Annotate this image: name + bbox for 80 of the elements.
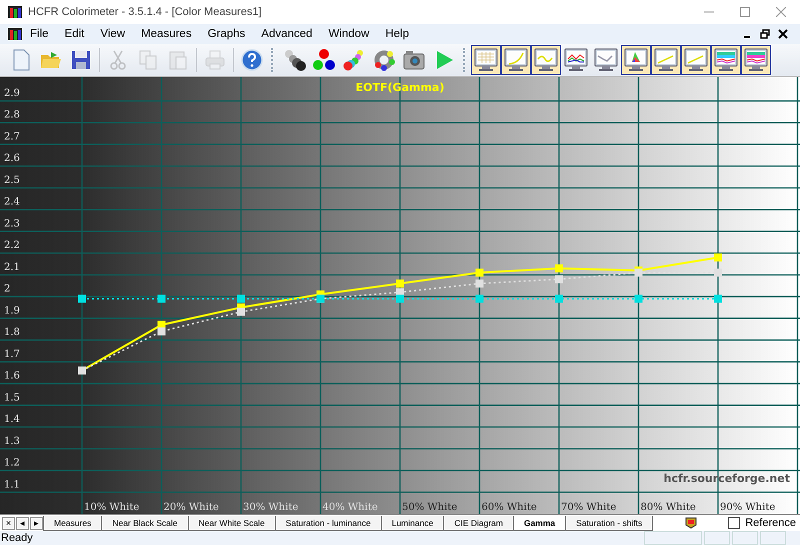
y-axis-label: 2.2 xyxy=(4,240,20,252)
graph-toggle-button[interactable] xyxy=(501,45,531,75)
sheet-tab[interactable]: Near White Scale xyxy=(188,516,276,530)
menu-item[interactable]: Window xyxy=(320,28,378,40)
camera-icon xyxy=(402,48,426,72)
menu-item[interactable]: Edit xyxy=(56,28,92,40)
sheet-tab[interactable]: Measures xyxy=(43,516,102,530)
close-icon[interactable] xyxy=(778,29,788,39)
graph-toggle-button[interactable] xyxy=(531,45,561,75)
y-axis-label: 1.8 xyxy=(4,327,20,338)
x-axis-label: 60% White xyxy=(482,502,537,513)
app-logo-icon xyxy=(8,28,22,40)
x-axis-label: 70% White xyxy=(561,502,616,513)
y-axis-label: 2.3 xyxy=(4,218,20,230)
y-axis-label: 1.5 xyxy=(4,392,20,404)
x-axis-label: 50% White xyxy=(402,502,458,513)
graph-toggle-button[interactable] xyxy=(651,45,681,75)
status-pane xyxy=(704,531,730,545)
sheet-tab[interactable]: Luminance xyxy=(380,516,444,530)
menu-item[interactable]: File xyxy=(22,28,57,40)
y-axis-label: 1.4 xyxy=(4,414,20,426)
x-axis-label: 10% White xyxy=(84,502,140,513)
data-point xyxy=(714,268,722,277)
color-ring-icon xyxy=(372,48,396,72)
window-title: HCFR Colorimeter - 3.5.1.4 - [Color Measures1] xyxy=(28,6,262,18)
restore-icon[interactable] xyxy=(760,29,770,39)
sheet-tab[interactable]: Saturation - luminance xyxy=(274,516,382,530)
data-point xyxy=(476,268,484,277)
y-axis-label: 1.1 xyxy=(4,479,20,490)
printer-icon xyxy=(203,48,227,72)
menu-item[interactable]: Advanced xyxy=(253,28,320,40)
y-axis-label: 2.8 xyxy=(4,110,20,121)
badge-icon xyxy=(684,517,697,529)
app-logo-icon xyxy=(8,6,22,18)
floppy-icon xyxy=(69,48,93,72)
reference-checkbox[interactable] xyxy=(728,517,740,529)
color-chain-icon xyxy=(342,48,366,72)
y-axis-label: 2.4 xyxy=(4,196,20,208)
y-axis-label: 1.3 xyxy=(4,436,20,447)
reference-label: Reference xyxy=(745,517,796,529)
graph-toggle-button[interactable] xyxy=(711,45,741,75)
y-axis-label: 2.6 xyxy=(4,153,20,164)
x-axis-label: 40% White xyxy=(322,502,378,513)
y-axis-label: 2.1 xyxy=(4,262,20,273)
menu-item[interactable]: Help xyxy=(377,28,418,40)
y-axis-label: 1.2 xyxy=(4,458,20,469)
y-axis-label: 2.5 xyxy=(4,174,20,186)
status-text: Ready xyxy=(0,532,33,544)
y-axis-label: 1.9 xyxy=(4,305,20,316)
y-axis-label: 1.7 xyxy=(4,348,20,360)
sheet-tab[interactable]: Saturation - shifts xyxy=(565,516,654,530)
y-axis-label: 2.7 xyxy=(4,131,20,142)
y-axis-label: 1.6 xyxy=(4,370,20,382)
status-pane xyxy=(732,531,758,545)
menu-item[interactable]: Measures xyxy=(133,28,200,40)
tab-nav-button[interactable]: × xyxy=(2,516,15,530)
graph-toggle-button[interactable] xyxy=(741,45,771,75)
menu-item[interactable]: Graphs xyxy=(200,28,254,40)
menu-item[interactable]: View xyxy=(92,28,134,40)
sheet-tab[interactable]: Near Black Scale xyxy=(101,516,189,530)
graph-toggle-button[interactable] xyxy=(621,45,651,75)
y-axis-label: 2.9 xyxy=(4,88,20,99)
x-axis-label: 90% White xyxy=(720,502,776,513)
x-axis-label: 30% White xyxy=(243,502,298,513)
spheres-icon xyxy=(282,48,306,72)
sheet-tab[interactable]: CIE Diagram xyxy=(443,516,514,530)
tab-nav-button[interactable]: ▸ xyxy=(30,516,43,530)
help-icon xyxy=(240,48,264,72)
status-pane xyxy=(760,531,786,545)
status-pane xyxy=(644,531,702,545)
data-point xyxy=(555,275,563,284)
data-point xyxy=(476,280,484,288)
tab-nav-button[interactable]: ◂ xyxy=(16,516,29,530)
maximize-icon[interactable] xyxy=(740,7,750,17)
x-axis-label: 80% White xyxy=(640,502,696,513)
graph-toggle-button[interactable] xyxy=(471,45,501,75)
y-axis-label: 2 xyxy=(4,284,10,295)
x-axis-label: 20% White xyxy=(164,502,219,513)
graph-toggle-button[interactable] xyxy=(681,45,711,75)
balls-icon xyxy=(312,48,336,72)
